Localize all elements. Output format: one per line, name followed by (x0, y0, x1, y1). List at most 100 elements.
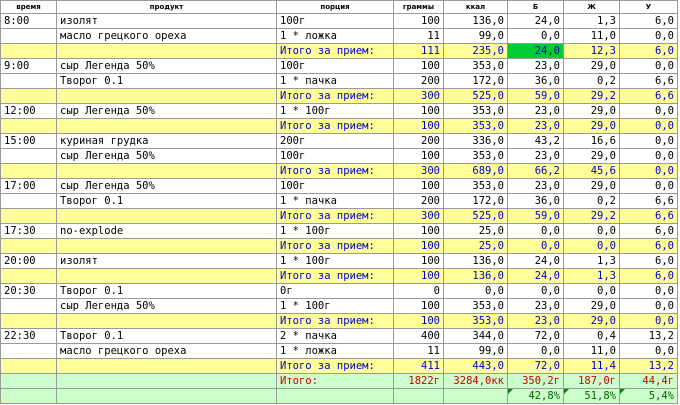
time-cell[interactable] (0, 193, 57, 209)
protein-cell[interactable]: 23,0 (507, 148, 564, 164)
fat-cell[interactable]: 29,0 (563, 58, 620, 74)
fat-cell[interactable]: 0,2 (563, 193, 620, 209)
carbs-cell[interactable]: 0,0 (619, 133, 678, 149)
carbs-cell[interactable]: 6,0 (619, 223, 678, 239)
grams-cell[interactable]: 100 (393, 238, 444, 254)
grams-cell[interactable]: 400 (393, 328, 444, 344)
subtotal-label[interactable]: Итого за прием: (276, 163, 394, 179)
subtotal-label[interactable]: Итого за прием: (276, 43, 394, 59)
fat-cell[interactable]: 29,0 (563, 118, 620, 134)
product-cell[interactable] (56, 208, 277, 224)
carbs-cell[interactable]: 44,4г (619, 373, 678, 389)
protein-cell[interactable]: 23,0 (507, 298, 564, 314)
protein-cell[interactable]: 23,0 (507, 103, 564, 119)
header-grams[interactable]: граммы (393, 0, 444, 14)
fat-cell[interactable]: 0,0 (563, 283, 620, 299)
product-cell[interactable] (56, 313, 277, 329)
fat-cell[interactable]: 11,0 (563, 343, 620, 359)
product-cell[interactable]: Творог 0.1 (56, 328, 277, 344)
product-cell[interactable]: изолят (56, 13, 277, 29)
portion-cell[interactable]: 1 * 100г (276, 223, 394, 239)
carbs-cell[interactable]: 0,0 (619, 313, 678, 329)
product-cell[interactable]: сыр Легенда 50% (56, 148, 277, 164)
protein-cell[interactable]: 23,0 (507, 313, 564, 329)
product-cell[interactable]: Творог 0.1 (56, 283, 277, 299)
carbs-cell[interactable]: 0,0 (619, 58, 678, 74)
product-cell[interactable]: сыр Легенда 50% (56, 178, 277, 194)
product-cell[interactable] (56, 373, 277, 389)
grams-cell[interactable]: 100 (393, 148, 444, 164)
protein-cell[interactable]: 23,0 (507, 118, 564, 134)
product-cell[interactable]: куриная грудка (56, 133, 277, 149)
kcal-cell[interactable]: 353,0 (443, 118, 508, 134)
kcal-cell[interactable]: 3284,0кк (443, 373, 508, 389)
carbs-cell[interactable]: 6,0 (619, 13, 678, 29)
header-fat[interactable]: Ж (563, 0, 620, 14)
protein-cell[interactable]: 24,0 (507, 43, 564, 59)
time-cell[interactable]: 9:00 (0, 58, 57, 74)
grams-cell[interactable]: 111 (393, 43, 444, 59)
carbs-cell[interactable]: 6,6 (619, 208, 678, 224)
fat-cell[interactable]: 1,3 (563, 13, 620, 29)
grams-cell[interactable]: 200 (393, 193, 444, 209)
time-cell[interactable]: 20:00 (0, 253, 57, 269)
fat-cell[interactable]: 0,0 (563, 238, 620, 254)
grams-cell[interactable]: 200 (393, 133, 444, 149)
product-cell[interactable] (56, 118, 277, 134)
time-cell[interactable] (0, 268, 57, 284)
grams-cell[interactable]: 100 (393, 13, 444, 29)
grams-cell[interactable]: 200 (393, 73, 444, 89)
time-cell[interactable] (0, 28, 57, 44)
kcal-cell[interactable]: 99,0 (443, 343, 508, 359)
protein-cell[interactable]: 72,0 (507, 358, 564, 374)
grams-cell[interactable]: 0 (393, 283, 444, 299)
time-cell[interactable] (0, 118, 57, 134)
portion-cell[interactable]: 100г (276, 58, 394, 74)
time-cell[interactable] (0, 298, 57, 314)
kcal-cell[interactable]: 353,0 (443, 178, 508, 194)
fat-cell[interactable]: 29,0 (563, 178, 620, 194)
kcal-cell[interactable]: 353,0 (443, 148, 508, 164)
grams-cell[interactable]: 300 (393, 88, 444, 104)
fat-cell[interactable]: 29,0 (563, 298, 620, 314)
kcal-cell[interactable]: 336,0 (443, 133, 508, 149)
header-carbs[interactable]: У (619, 0, 678, 14)
carbs-cell[interactable]: 0,0 (619, 298, 678, 314)
time-cell[interactable] (0, 163, 57, 179)
product-cell[interactable]: сыр Легенда 50% (56, 58, 277, 74)
time-cell[interactable]: 8:00 (0, 13, 57, 29)
fat-percent[interactable]: 51,8% (563, 388, 620, 404)
header-kcal[interactable]: ккал (443, 0, 508, 14)
kcal-cell[interactable]: 689,0 (443, 163, 508, 179)
carbs-cell[interactable]: 6,0 (619, 268, 678, 284)
kcal-cell[interactable]: 353,0 (443, 58, 508, 74)
fat-cell[interactable]: 11,0 (563, 28, 620, 44)
portion-cell[interactable]: 200г (276, 133, 394, 149)
time-cell[interactable]: 22:30 (0, 328, 57, 344)
protein-cell[interactable]: 59,0 (507, 208, 564, 224)
portion-cell[interactable]: 1 * 100г (276, 298, 394, 314)
fat-cell[interactable]: 11,4 (563, 358, 620, 374)
protein-cell[interactable]: 24,0 (507, 268, 564, 284)
fat-cell[interactable]: 0,4 (563, 328, 620, 344)
time-cell[interactable]: 20:30 (0, 283, 57, 299)
carbs-cell[interactable]: 6,6 (619, 73, 678, 89)
grams-cell[interactable]: 100 (393, 298, 444, 314)
protein-cell[interactable]: 0,0 (507, 283, 564, 299)
carbs-cell[interactable]: 6,6 (619, 88, 678, 104)
subtotal-label[interactable]: Итого за прием: (276, 118, 394, 134)
time-cell[interactable] (0, 343, 57, 359)
portion-cell[interactable]: 100г (276, 178, 394, 194)
product-cell[interactable]: масло грецкого ореха (56, 343, 277, 359)
portion-cell[interactable]: 1 * 100г (276, 253, 394, 269)
carbs-cell[interactable]: 0,0 (619, 163, 678, 179)
grams-cell[interactable]: 100 (393, 253, 444, 269)
subtotal-label[interactable]: Итого за прием: (276, 358, 394, 374)
product-cell[interactable] (56, 358, 277, 374)
carbs-cell[interactable]: 0,0 (619, 118, 678, 134)
carbs-cell[interactable]: 0,0 (619, 178, 678, 194)
grams-cell[interactable]: 300 (393, 208, 444, 224)
header-portion[interactable]: порция (276, 0, 394, 14)
fat-cell[interactable]: 45,6 (563, 163, 620, 179)
kcal-cell[interactable]: 99,0 (443, 28, 508, 44)
